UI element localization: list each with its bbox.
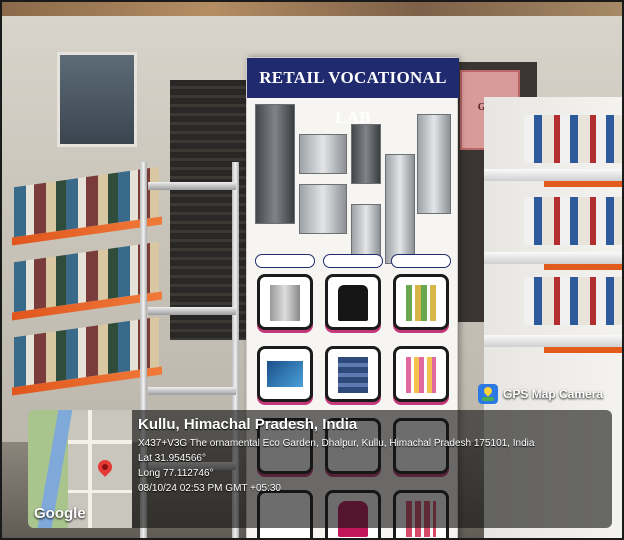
shelf-products xyxy=(524,115,622,163)
ladder-step xyxy=(148,387,236,395)
category-headings xyxy=(255,254,451,268)
tv-icon xyxy=(267,361,303,387)
tshirt-tile xyxy=(325,274,381,330)
bottles-icon xyxy=(406,285,436,321)
coffee-machine-image xyxy=(351,124,381,184)
ladder-step xyxy=(148,182,236,190)
map-road xyxy=(68,440,132,444)
category-pill xyxy=(391,254,451,268)
ceiling-strip xyxy=(2,2,622,16)
body-lotion-tile xyxy=(393,346,449,402)
google-logo: Google xyxy=(34,505,86,522)
fridge-tile xyxy=(257,274,313,330)
jeans-icon xyxy=(338,357,368,393)
product-tiles-row xyxy=(257,274,449,336)
shelf-products xyxy=(524,277,622,325)
gps-badge-label: GPS Map Camera xyxy=(503,387,604,401)
map-road xyxy=(68,490,132,493)
location-address: X437+V3G The ornamental Eco Garden, Dhal… xyxy=(138,438,535,449)
banner-title: RETAIL VOCATIONAL LAB xyxy=(247,58,459,127)
location-details: Kullu, Himachal Pradesh, India X437+V3G … xyxy=(138,416,608,496)
shelf-products xyxy=(524,197,622,245)
tv-tile xyxy=(257,346,313,402)
category-pill xyxy=(255,254,315,268)
longitude: Long 77.112746° xyxy=(138,468,214,479)
map-road xyxy=(88,410,92,528)
fridge-image xyxy=(255,104,295,224)
photo-scene: GIFT RETAIL VOCATIONAL LAB xyxy=(0,0,624,540)
tshirt-icon xyxy=(338,285,368,321)
product-tiles-row xyxy=(257,346,449,408)
washer-image xyxy=(417,114,451,214)
map-thumbnail: Google xyxy=(28,410,132,528)
shelf-board xyxy=(484,252,622,264)
face-wash-tile xyxy=(393,274,449,330)
fridge-image xyxy=(385,154,415,264)
jeans-tile xyxy=(325,346,381,402)
gps-map-camera-badge: GPS Map Camera xyxy=(478,380,603,408)
lotion-icon xyxy=(406,357,436,393)
shelf-board xyxy=(484,169,622,181)
gps-map-camera-icon xyxy=(478,384,498,404)
price-strip xyxy=(544,347,622,353)
ladder-step xyxy=(148,307,236,315)
latitude: Lat 31.954566° xyxy=(138,453,206,464)
location-title: Kullu, Himachal Pradesh, India xyxy=(138,416,358,433)
timestamp: 08/10/24 02:53 PM GMT +05:30 xyxy=(138,483,281,494)
price-strip xyxy=(544,181,622,187)
oven-image xyxy=(299,134,347,174)
category-pill xyxy=(323,254,383,268)
window xyxy=(57,52,137,147)
stove-image xyxy=(299,184,347,234)
location-pin-icon xyxy=(95,457,115,477)
price-strip xyxy=(544,264,622,270)
shelf-board xyxy=(484,335,622,347)
fridge-icon xyxy=(270,285,300,321)
